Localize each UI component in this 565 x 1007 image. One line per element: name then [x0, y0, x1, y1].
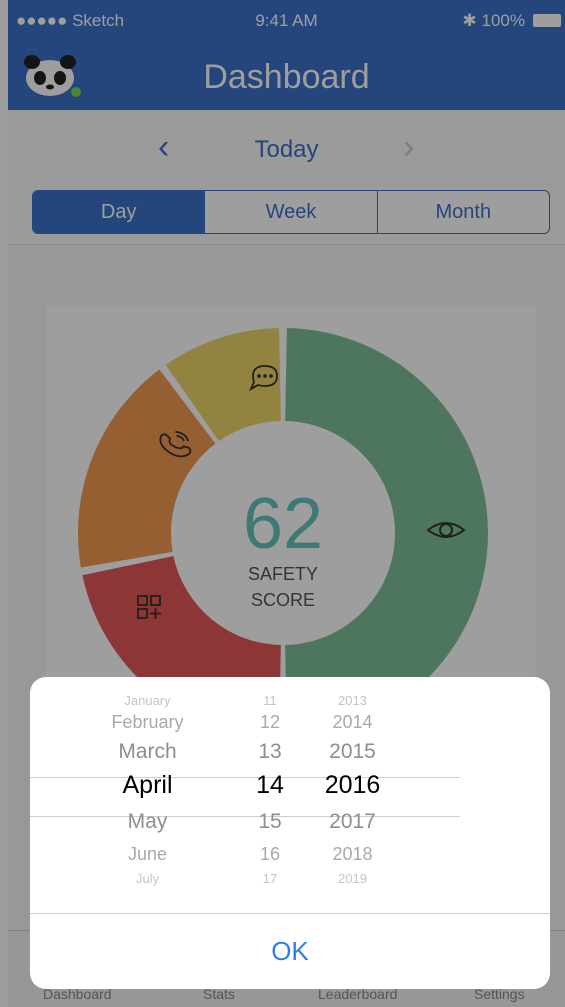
month-wheel[interactable]: January February March April May June July [30, 677, 265, 913]
year-option[interactable]: 2017 [315, 810, 390, 834]
day-option[interactable]: 12 [245, 712, 295, 733]
year-option[interactable]: 2019 [315, 871, 390, 886]
app-screen: ●●●●● Sketch 9:41 AM ✱ 100% Dashboard ‹ … [0, 0, 565, 1007]
month-option[interactable]: July [30, 871, 265, 886]
date-picker-sheet: January February March April May June July 11 1… [30, 677, 550, 989]
month-option[interactable]: January [30, 693, 265, 708]
day-wheel[interactable]: 11 12 13 14 15 16 17 [245, 677, 295, 913]
month-option[interactable]: May [30, 810, 265, 834]
day-option[interactable]: 15 [245, 810, 295, 834]
year-option[interactable]: 2018 [315, 844, 390, 865]
date-picker: January February March April May June July 11 1… [30, 677, 550, 913]
month-option[interactable]: April [30, 771, 265, 800]
day-option[interactable]: 11 [245, 693, 295, 708]
day-option[interactable]: 14 [245, 771, 295, 800]
month-option[interactable]: June [30, 844, 265, 865]
year-option[interactable]: 2013 [315, 693, 390, 708]
day-option[interactable]: 13 [245, 740, 295, 764]
ok-button[interactable]: OK [30, 914, 550, 989]
year-wheel[interactable]: 2013 2014 2015 2016 2017 2018 2019 [315, 677, 390, 913]
year-option[interactable]: 2015 [315, 740, 390, 764]
year-option[interactable]: 2016 [315, 771, 390, 800]
month-option[interactable]: March [30, 740, 265, 764]
year-option[interactable]: 2014 [315, 712, 390, 733]
month-option[interactable]: February [30, 712, 265, 733]
day-option[interactable]: 16 [245, 844, 295, 865]
day-option[interactable]: 17 [245, 871, 295, 886]
